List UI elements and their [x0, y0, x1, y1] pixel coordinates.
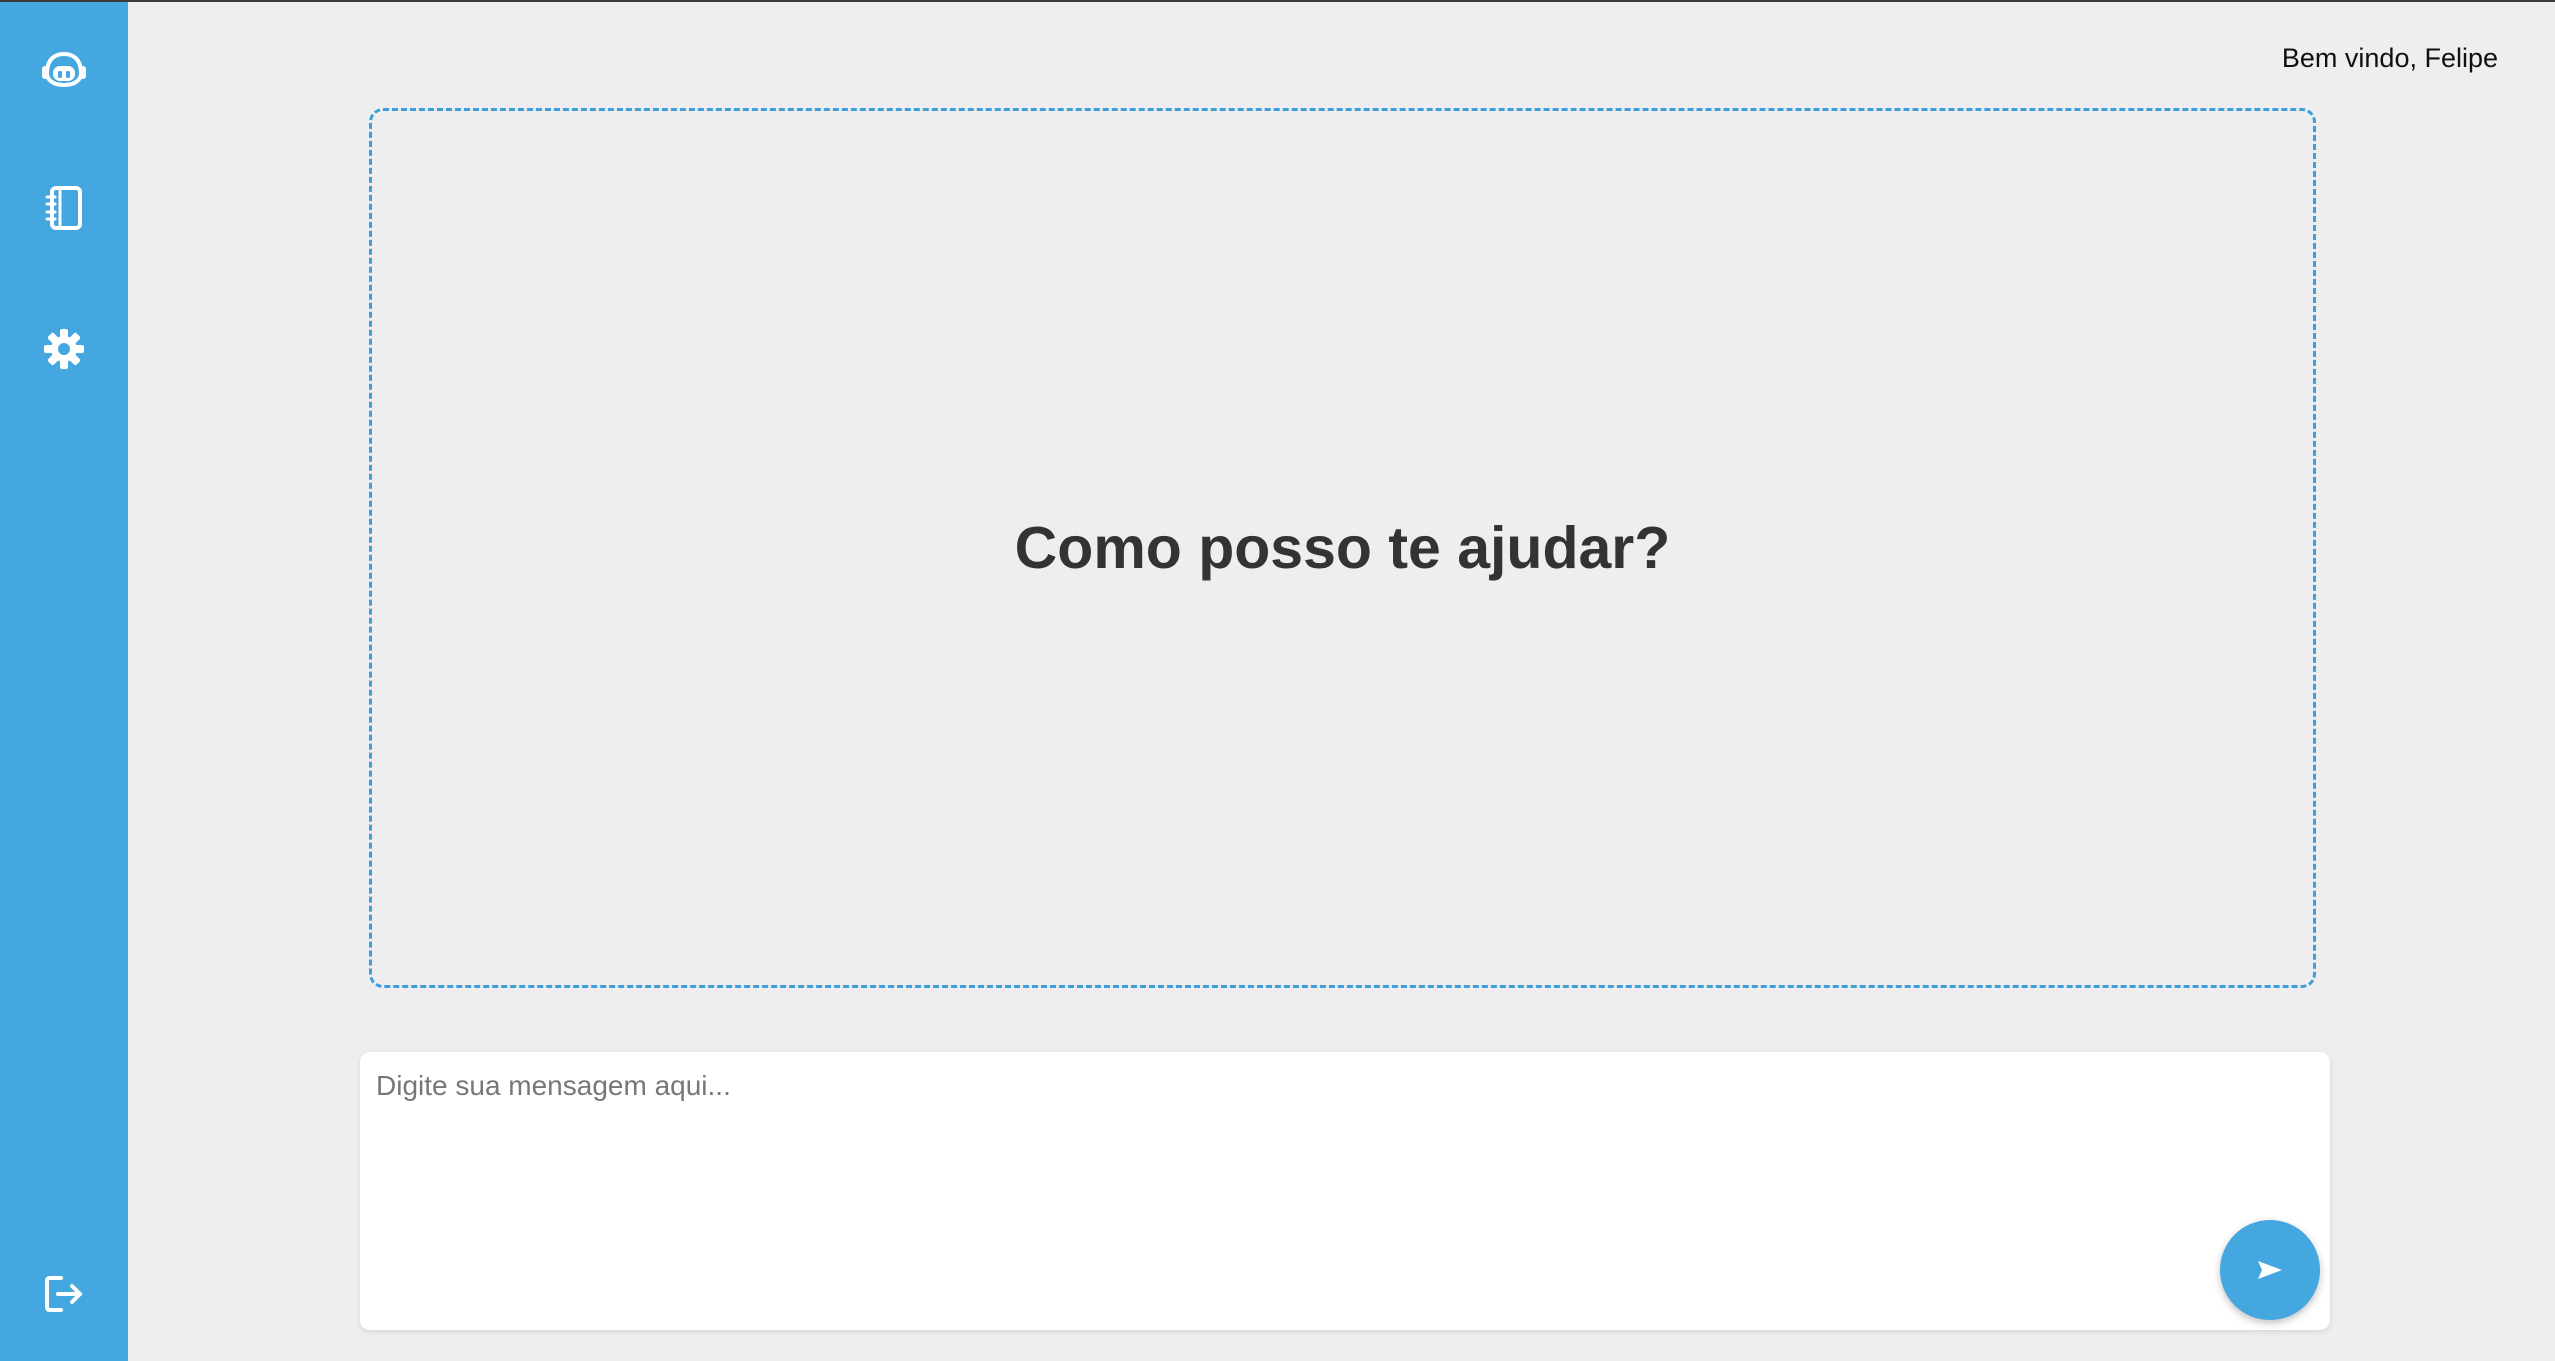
notebook-icon [45, 186, 82, 230]
sidebar-item-assistant[interactable] [24, 29, 104, 109]
sidebar-item-logout[interactable] [24, 1254, 104, 1334]
sidebar-item-settings[interactable] [24, 309, 104, 389]
welcome-message: Bem vindo, Felipe [2281, 43, 2498, 73]
window-top-border [0, 0, 2555, 2]
sidebar [0, 0, 128, 1361]
send-icon [2258, 1261, 2282, 1279]
sidebar-item-notebook[interactable] [24, 168, 104, 248]
logout-icon [45, 1276, 82, 1312]
chat-area: Como posso te ajudar? [369, 108, 2316, 988]
main-content: Bem vindo, Felipe Como posso te ajudar? [128, 0, 2555, 1361]
robot-icon [42, 51, 86, 88]
gear-icon [44, 329, 84, 369]
message-input[interactable] [360, 1052, 2330, 1330]
page-title: Como posso te ajudar? [1014, 515, 1671, 581]
send-button[interactable] [2220, 1220, 2320, 1320]
message-composer [360, 1052, 2330, 1330]
